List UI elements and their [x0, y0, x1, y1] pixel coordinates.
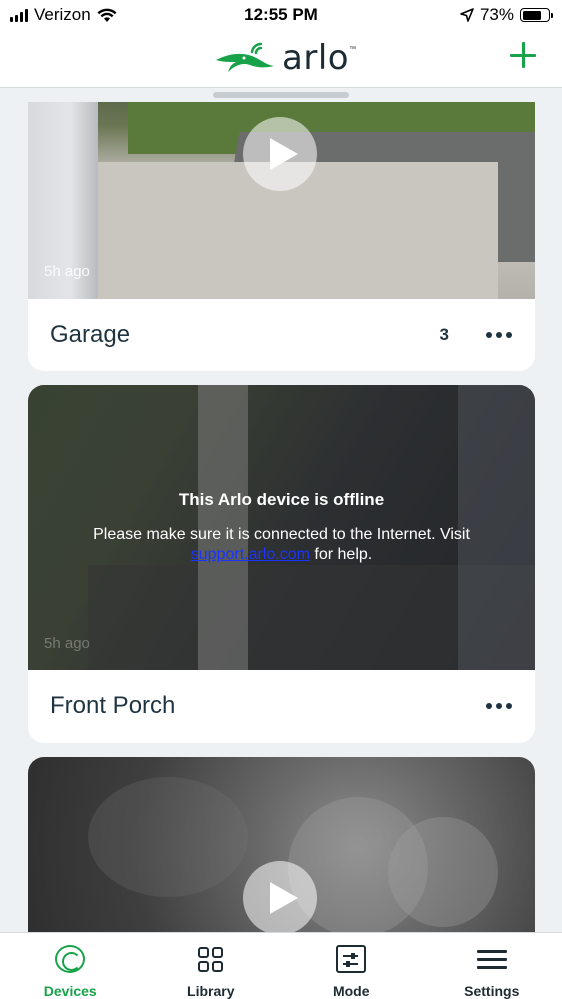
tab-label: Settings — [464, 983, 520, 999]
offline-message-suffix: for help. — [314, 546, 373, 563]
tab-label: Mode — [332, 983, 370, 999]
tab-label: Library — [187, 983, 235, 999]
more-dots-icon — [486, 332, 492, 338]
pull-to-refresh-handle[interactable] — [213, 92, 349, 98]
offline-message: Please make sure it is connected to the … — [58, 525, 505, 565]
tab-library[interactable]: Library — [141, 933, 282, 999]
feed-timestamp: 5h ago — [44, 263, 90, 280]
offline-title: This Arlo device is offline — [178, 490, 385, 509]
arlo-logo: arlo ™ — [214, 38, 356, 78]
recording-count-badge[interactable]: 3 — [440, 325, 449, 345]
battery-icon — [520, 8, 553, 22]
card-footer: Front Porch — [28, 670, 535, 742]
support-link[interactable]: support.arlo.com — [191, 546, 310, 563]
device-card-garage[interactable]: 5h ago Garage 3 — [28, 102, 535, 371]
tab-label: Devices — [43, 983, 97, 999]
more-dots-icon — [486, 703, 492, 709]
battery-percent: 73% — [479, 5, 514, 24]
camera-feed-thumbnail[interactable]: This Arlo device is offline Please make … — [28, 385, 535, 670]
arlo-bird-icon — [216, 42, 274, 72]
status-bar: Verizon 12:55 PM 73% — [0, 0, 562, 30]
feed-scenery — [88, 777, 248, 897]
app-header: arlo ™ — [0, 30, 562, 88]
device-name: Garage — [50, 321, 131, 348]
tab-bar: Devices Library Mode Settings — [0, 932, 562, 999]
status-right: 73% — [460, 5, 553, 25]
tab-devices[interactable]: Devices — [0, 933, 141, 999]
play-button[interactable] — [243, 117, 317, 191]
logo-trademark: ™ — [349, 46, 357, 53]
card-footer: Garage 3 — [28, 299, 535, 371]
feed-scenery — [388, 817, 498, 927]
camera-feed-thumbnail[interactable]: 5h ago — [28, 102, 535, 299]
tab-mode[interactable]: Mode — [281, 933, 422, 999]
logo-wordmark: arlo — [282, 38, 350, 78]
feed-timestamp: 5h ago — [44, 635, 90, 652]
battery-fill — [522, 10, 541, 20]
play-button[interactable] — [243, 861, 317, 935]
settings-menu-icon — [476, 945, 507, 973]
library-grid-icon — [196, 945, 226, 973]
mode-sliders-icon — [336, 945, 367, 973]
location-arrow-icon — [460, 8, 474, 22]
device-name: Front Porch — [50, 692, 176, 719]
more-options-button[interactable] — [481, 688, 517, 724]
offline-message-text: Please make sure it is connected to the … — [93, 526, 470, 543]
devices-icon — [55, 945, 86, 973]
device-card-front-porch[interactable]: This Arlo device is offline Please make … — [28, 385, 535, 743]
tab-settings[interactable]: Settings — [422, 933, 562, 999]
add-device-button[interactable] — [508, 40, 538, 70]
offline-overlay: This Arlo device is offline Please make … — [28, 385, 535, 670]
more-options-button[interactable] — [481, 317, 517, 353]
